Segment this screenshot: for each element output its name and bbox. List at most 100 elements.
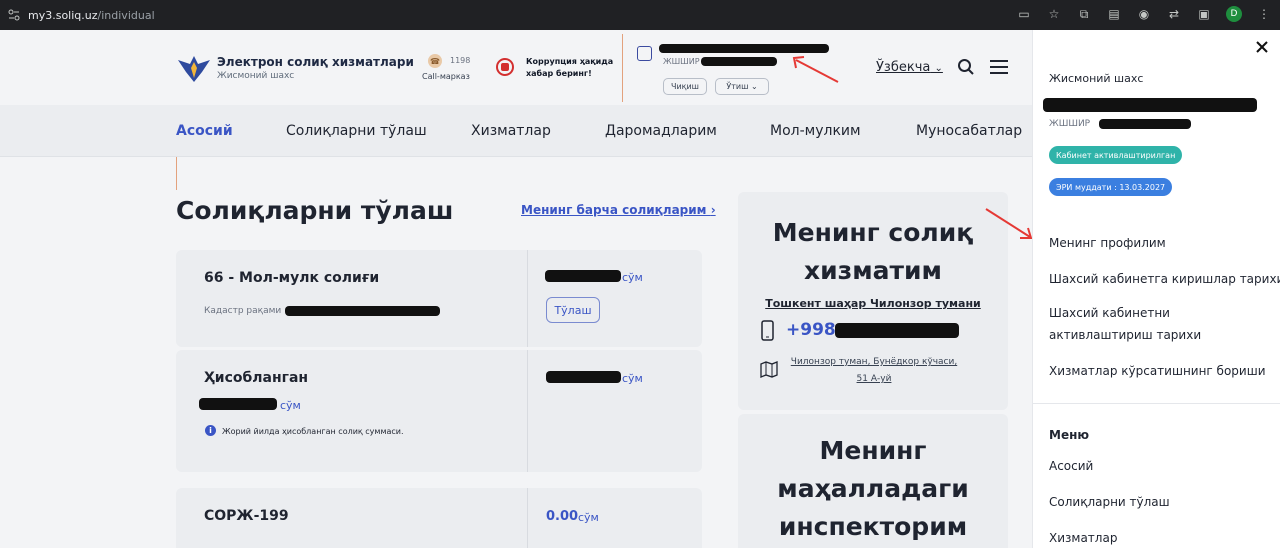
profile-avatar[interactable]: D <box>1226 6 1242 22</box>
redacted-amount <box>546 371 621 383</box>
sidepanel-icon[interactable]: ▣ <box>1196 6 1212 22</box>
switch-button[interactable]: Ўтиш ⌄ <box>715 78 769 95</box>
all-taxes-label: Менинг барча солиқларим <box>521 203 707 217</box>
search-icon[interactable] <box>957 58 975 76</box>
menu-heading: Меню <box>1049 428 1090 442</box>
nav-item-property[interactable]: Мол-мулким <box>770 123 861 139</box>
inspector-title-2: маҳалладаги <box>777 474 969 503</box>
reading-list-icon[interactable]: ▤ <box>1106 6 1122 22</box>
corruption-report-link[interactable]: Коррупция ҳақида хабар беринг! <box>526 56 616 80</box>
eagle-logo-icon[interactable] <box>176 52 212 86</box>
profile-side-panel: Жисмоний шахс ЖШШИР Кабинет активлаштири… <box>1032 30 1280 548</box>
redacted-calculated-amount <box>199 398 277 410</box>
property-tax-title: 66 - Мол-мулк солиғи <box>204 270 380 286</box>
main-nav: Асосий Солиқларни тўлаш Хизматлар Дарома… <box>0 105 1032 157</box>
stop-hand-icon[interactable] <box>496 58 514 76</box>
more-vertical-icon[interactable]: ⋮ <box>1256 6 1272 22</box>
inspector-title-1: Менинг <box>819 436 927 465</box>
logout-button[interactable]: Чиқиш <box>663 78 707 95</box>
redacted-phone-number <box>835 323 959 338</box>
my-profile-link[interactable]: Менинг профилим <box>1049 232 1166 254</box>
redacted-panel-jshshir <box>1099 119 1191 129</box>
redacted-jshshir <box>701 57 777 66</box>
map-icon <box>760 361 778 378</box>
chevron-right-icon: › <box>710 203 716 217</box>
site-info-icon[interactable] <box>6 7 22 23</box>
services-progress-link[interactable]: Хизматлар кўрсатишнинг бориши <box>1049 360 1266 382</box>
chevron-down-icon: ⌄ <box>934 63 943 74</box>
phone-icon <box>761 320 774 341</box>
nav-item-home[interactable]: Асосий <box>176 123 233 139</box>
address-line-1: Чилонзор туман, Бунёдкор кўчаси, <box>790 357 958 367</box>
switch-label: Ўтиш <box>726 82 749 91</box>
redacted-full-name <box>1043 98 1257 112</box>
browser-toolbar: my3.soliq.uz/individual ▭ ☆ ⧉ ▤ ◉ ⇄ ▣ D … <box>0 0 1280 30</box>
panel-menu-home[interactable]: Асосий <box>1049 455 1093 477</box>
nav-item-incomes[interactable]: Даромадларим <box>605 123 717 139</box>
person-type-label: Жисмоний шахс <box>1049 72 1144 85</box>
hamburger-menu-icon[interactable] <box>990 60 1008 74</box>
url-host: my3.soliq.uz <box>28 8 98 22</box>
pay-button[interactable]: Тўлаш <box>546 297 600 323</box>
tax-office-name[interactable]: Тошкент шаҳар Чилонзор тумани <box>738 297 1008 310</box>
header-jshshir-label: ЖШШИР <box>663 57 700 66</box>
nav-item-relations[interactable]: Муносабатлар <box>916 123 1022 139</box>
login-history-link[interactable]: Шахсий кабинетга киришлар тарихи <box>1049 268 1280 290</box>
sorzh-title: СОРЖ-199 <box>204 508 289 524</box>
annotation-arrow-header <box>792 56 839 83</box>
tax-card-property <box>176 250 702 347</box>
close-icon[interactable] <box>1255 40 1269 54</box>
nav-item-pay-taxes[interactable]: Солиқларни тўлаш <box>286 123 427 139</box>
browser-actions: ▭ ☆ ⧉ ▤ ◉ ⇄ ▣ D ⋮ <box>1016 6 1272 22</box>
language-selector[interactable]: Ўзбекча ⌄ <box>876 60 943 75</box>
extensions-icon[interactable]: ⧉ <box>1076 6 1092 22</box>
page-title: Солиқларни тўлаш <box>176 196 454 225</box>
url-path: /individual <box>97 8 155 22</box>
currency-label: сўм <box>622 372 643 385</box>
address-bar[interactable]: my3.soliq.uz/individual <box>28 9 155 22</box>
panel-divider <box>1033 403 1280 404</box>
info-icon: i <box>205 425 216 436</box>
screenshot-icon[interactable]: ◉ <box>1136 6 1152 22</box>
panel-menu-services[interactable]: Хизматлар <box>1049 527 1117 548</box>
eri-expiry-badge: ЭРИ муддати : 13.03.2027 <box>1049 178 1173 196</box>
inspector-card: Менинг маҳалладаги инспекторим <box>738 414 1008 548</box>
redacted-amount <box>545 270 621 282</box>
chevron-down-icon: ⌄ <box>750 82 758 91</box>
site-header: Электрон солиқ хизматлари Жисмоний шахс … <box>0 30 1032 105</box>
language-label: Ўзбекча <box>876 60 931 75</box>
bookmark-star-icon[interactable]: ☆ <box>1046 6 1062 22</box>
tax-office-address[interactable]: Чилонзор туман, Бунёдкор кўчаси, 51 А-уй <box>786 354 962 388</box>
calculated-info-text: Жорий йилда ҳисобланган солиқ суммаси. <box>222 427 404 436</box>
activation-history-link[interactable]: Шахсий кабинетни активлаштириш тарихи <box>1049 302 1277 346</box>
tax-office-card: Менинг солиқ хизматим Тошкент шаҳар Чило… <box>738 192 1008 410</box>
cabinet-active-badge: Кабинет активлаштирилган <box>1049 146 1183 164</box>
user-block: ЖШШИР Чиқиш Ўтиш ⌄ <box>622 34 829 102</box>
translate-icon[interactable]: ⇄ <box>1166 6 1182 22</box>
calculated-title: Ҳисобланган <box>204 370 309 386</box>
card-separator <box>527 488 528 548</box>
tax-office-title-1: Менинг солиқ <box>772 218 974 247</box>
tax-card-calculated <box>176 350 702 472</box>
tax-office-phone[interactable]: +998 <box>786 320 836 340</box>
inspector-title-3: инспекторим <box>778 512 968 541</box>
panel-jshshir-label: ЖШШИР <box>1049 119 1091 129</box>
call-center-number[interactable]: 1198 <box>450 56 470 65</box>
user-card-icon <box>637 46 652 61</box>
cast-icon[interactable]: ▭ <box>1016 6 1032 22</box>
nav-item-services[interactable]: Хизматлар <box>471 123 551 139</box>
phone-prefix: +998 <box>786 320 836 340</box>
panel-menu-pay-taxes[interactable]: Солиқларни тўлаш <box>1049 491 1170 513</box>
annotation-arrow-profile <box>985 208 1033 239</box>
all-taxes-link[interactable]: Менинг барча солиқларим › <box>521 203 716 217</box>
currency-label: сўм <box>622 271 643 284</box>
cadastre-label: Кадастр рақами <box>204 306 282 316</box>
card-separator <box>527 350 528 472</box>
address-line-2: 51 А-уй <box>856 374 892 385</box>
tax-office-title-2: хизматим <box>804 256 942 285</box>
redacted-cadastre-number <box>285 306 440 316</box>
site-title: Электрон солиқ хизматлари <box>217 55 414 69</box>
call-center-label: Call-марказ <box>422 72 470 81</box>
currency-label: сўм <box>280 399 301 412</box>
accent-divider <box>176 157 177 190</box>
